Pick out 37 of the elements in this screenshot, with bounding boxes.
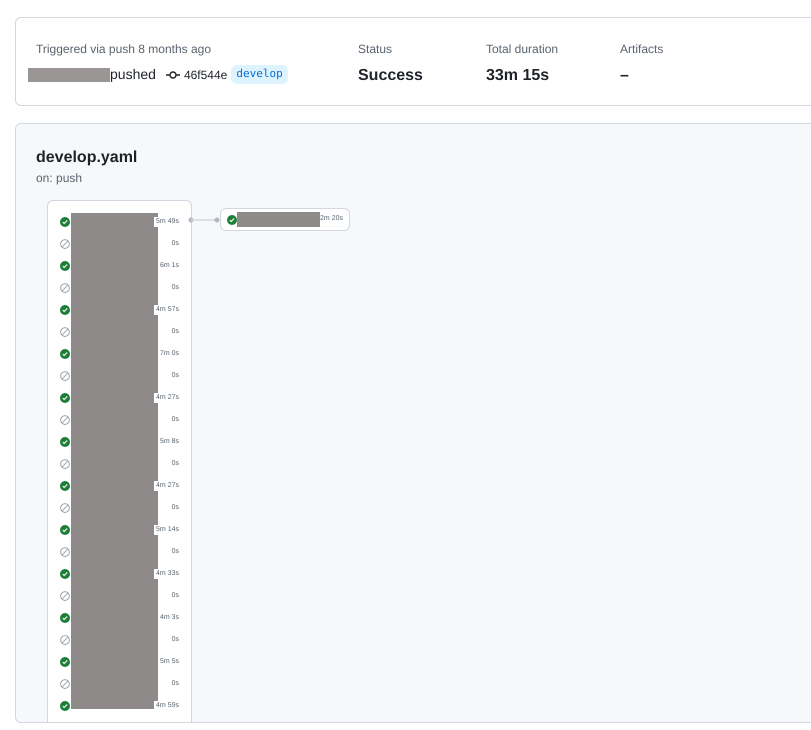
branch-label[interactable]: develop bbox=[231, 65, 288, 84]
success-check-icon bbox=[60, 701, 70, 711]
workflow-file: develop.yaml bbox=[36, 148, 138, 168]
commit-icon bbox=[166, 70, 180, 80]
success-check-icon bbox=[60, 349, 70, 359]
skipped-icon bbox=[60, 239, 70, 249]
success-check-icon bbox=[60, 525, 70, 535]
stat-label: Artifacts bbox=[620, 41, 664, 58]
skipped-icon bbox=[60, 503, 70, 513]
success-check-icon bbox=[60, 481, 70, 491]
stat-value: – bbox=[620, 66, 630, 86]
skipped-icon bbox=[60, 283, 70, 293]
success-check-icon bbox=[60, 393, 70, 403]
workflow-trigger: on: push bbox=[36, 170, 84, 186]
success-check-icon bbox=[227, 214, 237, 224]
actor-action: pushed bbox=[110, 65, 156, 84]
commit-link[interactable]: 46f544e bbox=[184, 66, 228, 84]
success-check-icon bbox=[60, 305, 70, 315]
success-check-icon bbox=[60, 217, 70, 227]
success-check-icon bbox=[60, 261, 70, 271]
skipped-icon bbox=[60, 459, 70, 469]
success-check-icon bbox=[60, 569, 70, 579]
trigger-text: Triggered via push 8 months ago bbox=[36, 41, 212, 58]
stat-label: Status bbox=[358, 41, 394, 58]
stat-label: Total duration bbox=[486, 41, 560, 58]
skipped-icon bbox=[60, 371, 70, 381]
skipped-icon bbox=[60, 591, 70, 601]
success-check-icon bbox=[60, 437, 70, 447]
skipped-icon bbox=[60, 547, 70, 557]
success-check-icon bbox=[60, 657, 70, 667]
stat-value: 33m 15s bbox=[486, 66, 550, 86]
skipped-icon bbox=[60, 415, 70, 425]
stat-value: Success bbox=[358, 66, 424, 86]
skipped-icon bbox=[60, 679, 70, 689]
skipped-icon bbox=[60, 635, 70, 645]
skipped-icon bbox=[60, 327, 70, 337]
success-check-icon bbox=[60, 613, 70, 623]
